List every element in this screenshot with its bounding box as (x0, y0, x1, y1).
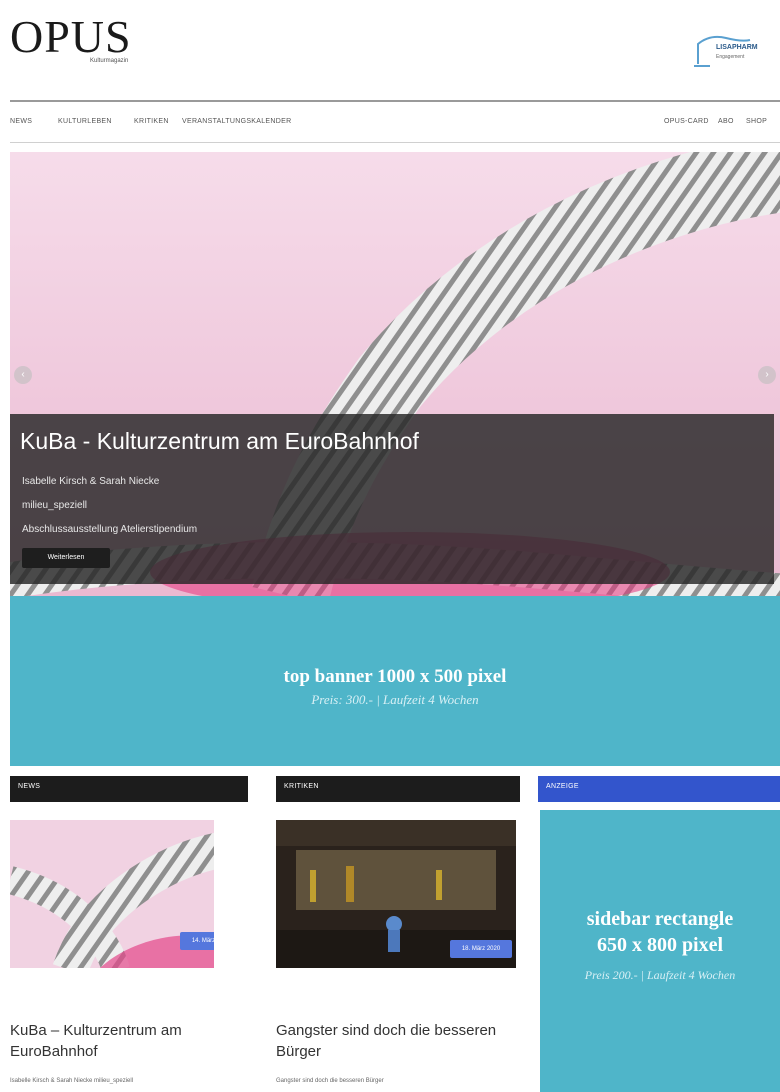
news-card-title[interactable]: KuBa – Kulturzentrum am EuroBahnhof (10, 1020, 230, 1062)
hero-slider[interactable]: ‹ › KuBa - Kulturzentrum am EuroBahnhof … (10, 152, 780, 596)
sidebar-ad-title-line1: sidebar rectangle (586, 908, 734, 930)
sidebar-ad-title-line2: 650 x 800 pixel (596, 934, 724, 956)
sidebar-ad-subtitle: Preis 200.- | Laufzeit 4 Wochen (584, 968, 736, 982)
anzeige-section-header: ANZEIGE (538, 776, 780, 802)
hero-caption: KuBa - Kulturzentrum am EuroBahnhof Isab… (10, 414, 774, 584)
top-banner-ad[interactable]: top banner 1000 x 500 pixel Preis: 300.-… (10, 596, 780, 766)
logo-wordmark: OPUS (10, 11, 132, 62)
hero-line-artists: Isabelle Kirsch & Sarah Niecke (22, 476, 160, 487)
news-card-image[interactable]: 14. März 2020 (10, 820, 214, 968)
main-nav: NEWS KULTURLEBEN KRITIKEN VERANSTALTUNGS… (0, 104, 780, 140)
partner-name: LISAPHARM (716, 44, 758, 51)
nav-item-kulturleben[interactable]: KULTURLEBEN (58, 118, 112, 125)
kritiken-section-header[interactable]: KRITIKEN (276, 776, 520, 802)
news-date-badge: 14. März 2020 (180, 932, 214, 950)
news-section-header[interactable]: NEWS (10, 776, 248, 802)
kritiken-card-image[interactable]: 18. März 2020 (276, 820, 516, 968)
nav-item-shop[interactable]: SHOP (746, 118, 767, 125)
nav-item-kritiken[interactable]: KRITIKEN (134, 118, 169, 125)
logo-tagline: Kulturmagazin (90, 58, 129, 64)
kritiken-card-excerpt: Gangster sind doch die besseren Bürger (276, 1078, 384, 1084)
nav-divider-bottom (10, 142, 780, 143)
nav-item-veranstaltungskalender[interactable]: VERANSTALTUNGSKALENDER (182, 118, 291, 125)
nav-item-news[interactable]: NEWS (10, 118, 32, 125)
kritiken-date-badge: 18. März 2020 (450, 940, 512, 958)
kritiken-card-title[interactable]: Gangster sind doch die besseren Bürger (276, 1020, 506, 1062)
read-more-button[interactable]: Weiterlesen (22, 548, 110, 568)
banner-title: top banner 1000 x 500 pixel (283, 666, 507, 687)
news-card-excerpt: Isabelle Kirsch & Sarah Niecke milieu_sp… (10, 1078, 134, 1084)
page: OPUS Kulturmagazin LISAPHARM Engagement … (0, 0, 780, 1092)
nav-divider-top (10, 100, 780, 102)
partner-subtitle: Engagement (716, 54, 745, 60)
slider-next-arrow-icon[interactable]: › (758, 366, 776, 384)
site-logo[interactable]: OPUS Kulturmagazin (10, 11, 132, 65)
nav-item-abo[interactable]: ABO (718, 118, 734, 125)
banner-subtitle: Preis: 300.- | Laufzeit 4 Wochen (311, 692, 479, 707)
hero-line-project: milieu_speziell (22, 500, 88, 511)
site-header: OPUS Kulturmagazin LISAPHARM Engagement (0, 0, 780, 96)
slider-prev-arrow-icon[interactable]: ‹ (14, 366, 32, 384)
nav-item-opus-card[interactable]: OPUS-CARD (664, 118, 709, 125)
sidebar-ad-title: sidebar rectangle 650 x 800 pixel (540, 906, 780, 958)
partner-logo[interactable]: LISAPHARM Engagement (690, 30, 774, 72)
hero-title[interactable]: KuBa - Kulturzentrum am EuroBahnhof (20, 428, 419, 455)
partner-emblem-icon (694, 35, 751, 67)
hero-line-exhibition: Abschlussausstellung Atelierstipendium (22, 524, 198, 535)
sidebar-rectangle-ad[interactable]: sidebar rectangle 650 x 800 pixel Preis … (540, 810, 780, 1092)
